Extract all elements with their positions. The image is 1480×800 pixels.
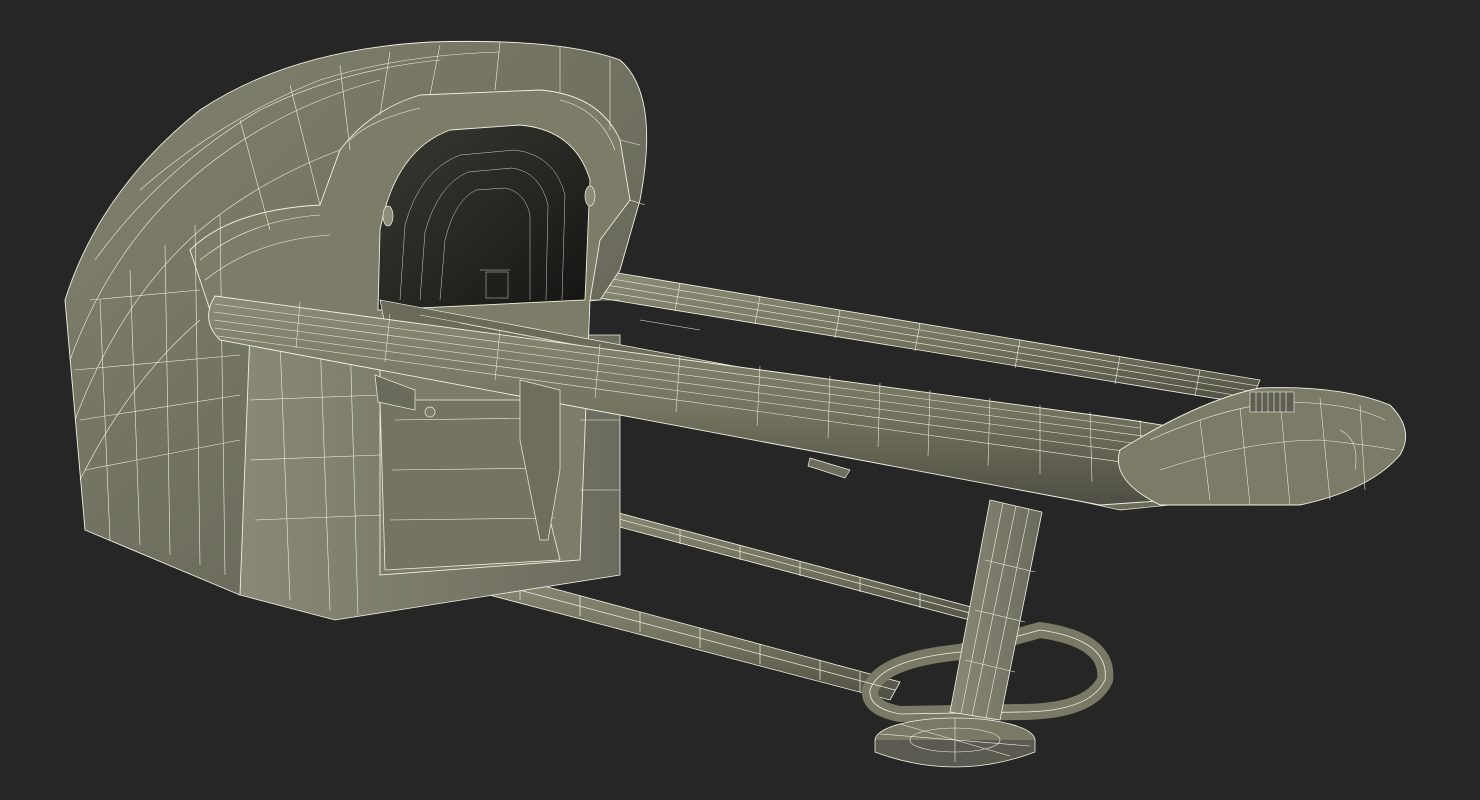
vent-grille: [1249, 391, 1295, 413]
gantry-button-left: [382, 205, 394, 227]
scanner-model: [64, 40, 1407, 768]
pedestal: [874, 499, 1043, 768]
gantry-button-right: [584, 185, 596, 207]
table-end-cap: [1117, 387, 1407, 506]
render-viewport: [0, 0, 1480, 800]
